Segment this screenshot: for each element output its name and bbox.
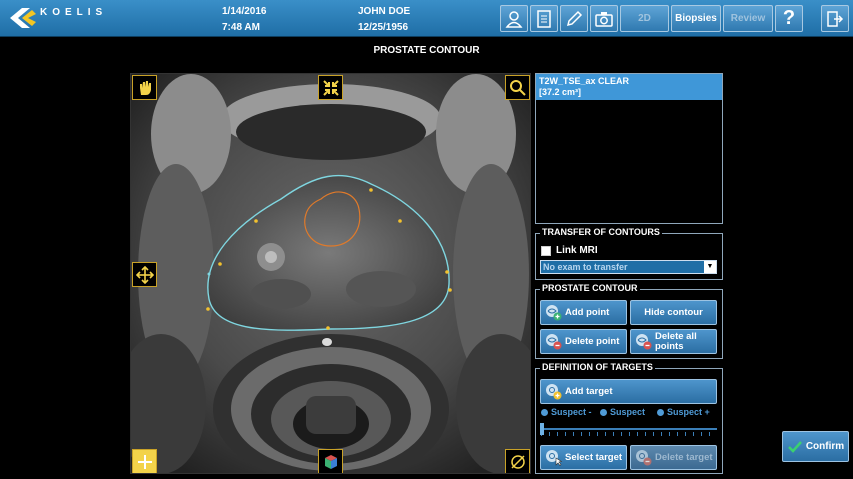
cube-icon[interactable] (318, 449, 343, 473)
suspicion-slider[interactable] (541, 428, 717, 430)
no-rotate-icon[interactable] (505, 449, 530, 473)
patient-button[interactable] (500, 5, 528, 32)
add-target-button[interactable]: Add target (540, 379, 717, 404)
help-button[interactable]: ? (775, 5, 803, 32)
patient-icon (505, 10, 523, 28)
patient-name: JOHN DOE (358, 6, 411, 17)
select-target-button[interactable]: Select target (540, 445, 627, 470)
delete-point-button[interactable]: Delete point (540, 329, 627, 354)
delete-all-points-icon (636, 334, 652, 350)
prostate-contour-title: PROSTATE CONTOUR (540, 283, 640, 293)
add-point-button[interactable]: Add point (540, 300, 627, 325)
camera-button[interactable] (590, 5, 618, 32)
suspect-minus-option[interactable]: Suspect - (541, 407, 592, 417)
delete-point-label: Delete point (565, 335, 620, 347)
checkmark-icon (787, 440, 802, 453)
confirm-button[interactable]: Confirm (782, 431, 849, 462)
suspect-label: Suspect (610, 407, 646, 417)
dot-icon (657, 409, 664, 416)
exam-date: 1/14/2016 (222, 6, 267, 17)
suspect-plus-option[interactable]: Suspect + (657, 407, 710, 417)
exam-time: 7:48 AM (222, 22, 260, 33)
series-list[interactable]: T2W_TSE_ax CLEAR [37.2 cm³] (535, 73, 723, 224)
delete-target-icon (636, 450, 652, 466)
report-button[interactable] (530, 5, 558, 32)
targets-title: DEFINITION OF TARGETS (540, 362, 655, 372)
document-icon (537, 9, 551, 28)
logo-text: KOELIS (40, 7, 108, 18)
shrink-icon[interactable] (318, 75, 343, 100)
top-bar: KOELIS 1/14/2016 7:48 AM JOHN DOE 12/25/… (0, 0, 853, 37)
add-target-icon (546, 384, 562, 400)
delete-all-line2: points (655, 340, 684, 352)
select-target-icon (546, 450, 562, 466)
slider-thumb[interactable] (540, 423, 544, 435)
delete-all-points-label: Delete all points (655, 331, 697, 352)
exit-icon (827, 10, 844, 27)
confirm-label: Confirm (805, 441, 845, 452)
dot-icon (600, 409, 607, 416)
mri-image (131, 74, 530, 473)
transfer-title: TRANSFER OF CONTOURS (540, 227, 662, 237)
view-2d-button[interactable]: 2D (620, 5, 669, 32)
add-point-icon (546, 305, 562, 321)
edit-button[interactable] (560, 5, 588, 32)
move-icon[interactable] (132, 262, 157, 287)
exam-transfer-value: No exam to transfer (543, 262, 628, 272)
series-item[interactable]: T2W_TSE_ax CLEAR [37.2 cm³] (536, 74, 722, 100)
camera-icon (595, 11, 613, 27)
series-volume: [37.2 cm³] (539, 87, 582, 97)
suspect-minus-label: Suspect - (551, 407, 592, 417)
slider-ticks (541, 432, 717, 436)
chevron-down-icon: ▼ (704, 261, 716, 273)
delete-point-icon (546, 334, 562, 350)
delete-target-label: Delete target (655, 451, 713, 463)
review-button[interactable]: Review (723, 5, 773, 32)
link-mri-label: Link MRI (556, 245, 598, 256)
delete-all-points-button[interactable]: Delete all points (630, 329, 717, 354)
link-mri-checkbox[interactable] (541, 246, 551, 256)
mri-viewer[interactable] (130, 73, 531, 474)
biopsies-button[interactable]: Biopsies (671, 5, 721, 32)
hide-contour-button[interactable]: Hide contour (630, 300, 717, 325)
page-title: PROSTATE CONTOUR (373, 45, 480, 56)
series-name: T2W_TSE_ax CLEAR (539, 76, 630, 86)
exit-button[interactable] (821, 5, 849, 32)
pencil-icon (566, 10, 583, 26)
hand-icon[interactable] (132, 75, 157, 100)
patient-dob: 12/25/1956 (358, 22, 409, 33)
add-point-label: Add point (565, 306, 610, 318)
flip-icon[interactable] (132, 449, 157, 473)
suspect-plus-label: Suspect + (667, 407, 710, 417)
add-target-label: Add target (565, 385, 613, 397)
delete-target-button[interactable]: Delete target (630, 445, 717, 470)
exam-transfer-select[interactable]: No exam to transfer ▼ (540, 260, 717, 274)
magnifier-icon[interactable] (505, 75, 530, 100)
select-target-label: Select target (565, 451, 623, 463)
suspect-option[interactable]: Suspect (600, 407, 645, 417)
dot-icon (541, 409, 548, 416)
